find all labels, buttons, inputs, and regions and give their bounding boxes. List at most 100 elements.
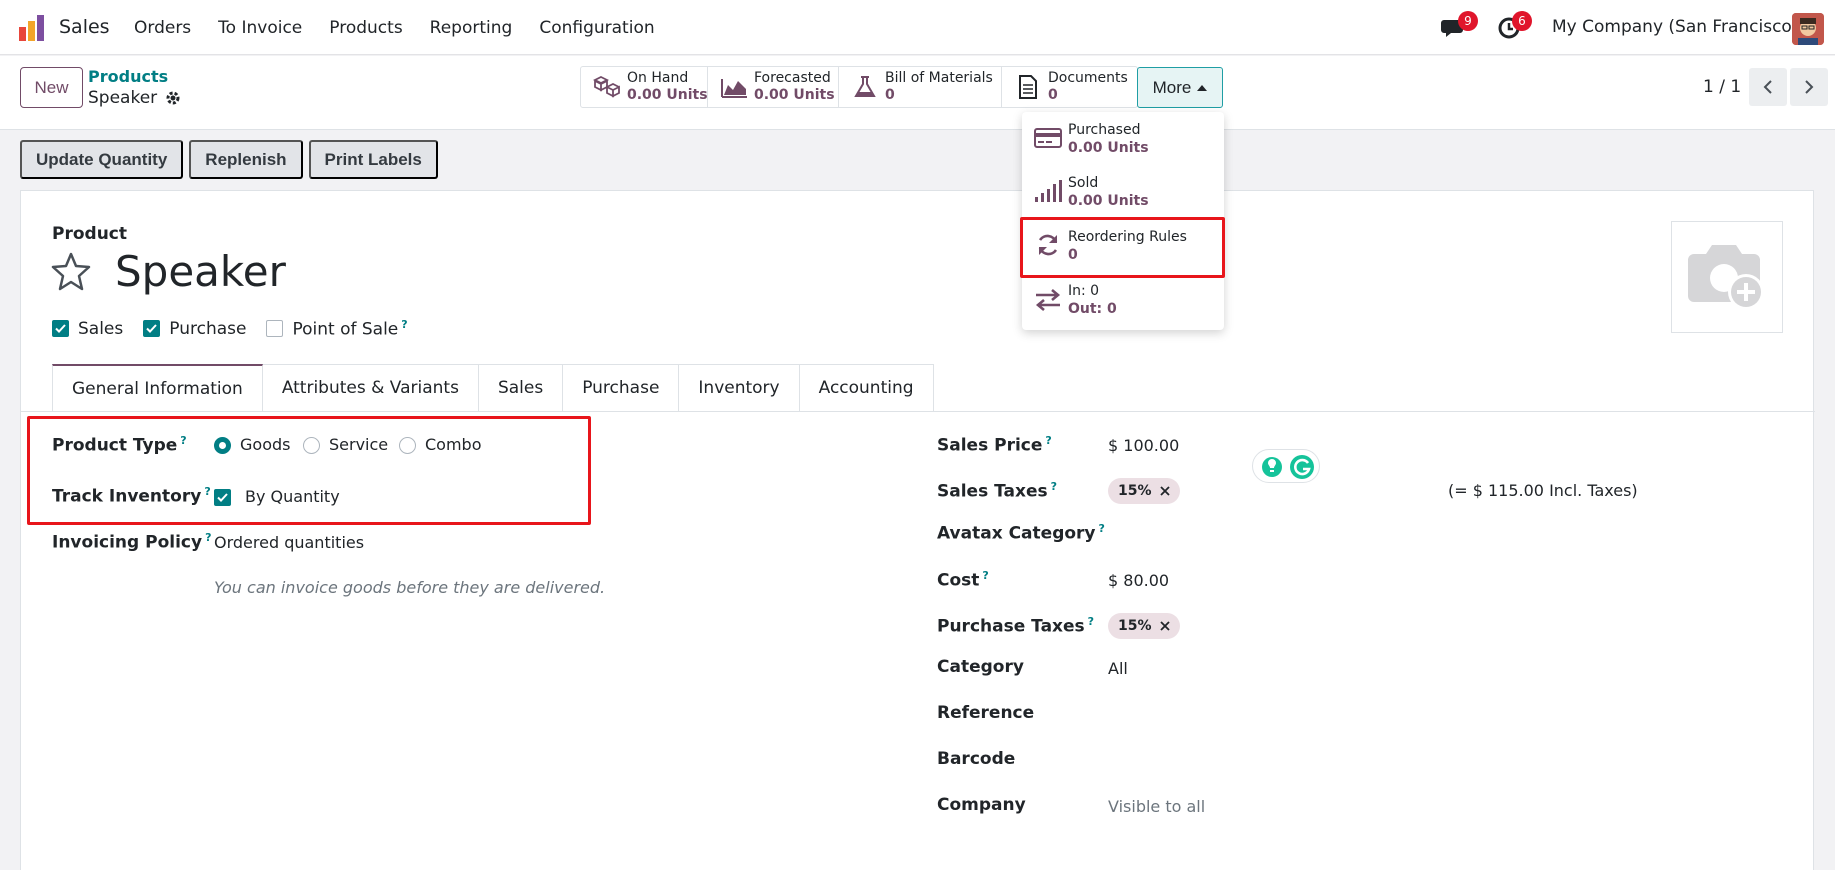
product-name-input[interactable]: Speaker bbox=[115, 247, 286, 296]
close-icon[interactable] bbox=[1159, 486, 1170, 496]
menu-orders[interactable]: Orders bbox=[134, 18, 191, 38]
invoicing-policy-label: Invoicing Policy? bbox=[52, 531, 211, 553]
cost-input[interactable]: $ 80.00 bbox=[1108, 571, 1169, 590]
credit-card-icon bbox=[1034, 128, 1062, 148]
sales-price-input[interactable]: $ 100.00 bbox=[1108, 436, 1179, 455]
chevron-left-icon bbox=[1763, 80, 1772, 94]
help-tooltip-icon[interactable]: ? bbox=[982, 569, 988, 582]
gear-icon[interactable] bbox=[165, 90, 181, 106]
tab-inventory[interactable]: Inventory bbox=[679, 364, 800, 412]
help-tooltip-icon[interactable]: ? bbox=[1051, 480, 1057, 493]
product-image-upload[interactable] bbox=[1671, 221, 1783, 333]
new-button[interactable]: New bbox=[20, 67, 83, 108]
smart-forecasted[interactable]: Forecasted 0.00 Units bbox=[708, 67, 839, 107]
tab-purchase[interactable]: Purchase bbox=[563, 364, 680, 412]
tab-attributes-variants[interactable]: Attributes & Variants bbox=[262, 364, 479, 412]
in-count: In: 0 bbox=[1068, 283, 1100, 299]
company-switcher[interactable]: My Company (San Francisco) bbox=[1552, 17, 1798, 37]
menu-to-invoice[interactable]: To Invoice bbox=[218, 18, 302, 38]
highlight-product-type-box bbox=[27, 416, 591, 525]
print-labels-button[interactable]: Print Labels bbox=[308, 140, 438, 179]
boxes-icon bbox=[593, 75, 620, 98]
user-avatar[interactable] bbox=[1792, 13, 1824, 45]
top-navbar: Sales Orders To Invoice Products Reporti… bbox=[0, 0, 1835, 55]
invoicing-policy-note: You can invoice goods before they are de… bbox=[214, 578, 606, 597]
area-chart-icon bbox=[721, 79, 747, 98]
category-label: Category bbox=[937, 657, 1024, 677]
product-caption: Product bbox=[52, 224, 127, 244]
menu-configuration[interactable]: Configuration bbox=[539, 18, 654, 38]
sales-checkbox-label: Sales bbox=[78, 318, 124, 339]
flask-icon bbox=[854, 76, 876, 97]
invoicing-policy-select[interactable]: Ordered quantities bbox=[214, 533, 364, 552]
help-tooltip-icon[interactable]: ? bbox=[205, 531, 211, 544]
pager-value[interactable]: 1 / 1 bbox=[1703, 77, 1741, 97]
help-tooltip-icon[interactable]: ? bbox=[1045, 434, 1051, 447]
replenish-button[interactable]: Replenish bbox=[189, 140, 303, 179]
barcode-label: Barcode bbox=[937, 749, 1016, 769]
help-tooltip-icon[interactable]: ? bbox=[401, 318, 407, 331]
check-icon bbox=[146, 324, 157, 334]
point-of-sale-checkbox-label: Point of Sale? bbox=[292, 318, 407, 340]
sales-taxes-label-text: Sales Taxes bbox=[937, 481, 1048, 502]
tab-divider bbox=[21, 411, 1815, 412]
sales-checkbox[interactable] bbox=[52, 320, 69, 338]
avatax-category-label-text: Avatax Category bbox=[937, 523, 1096, 544]
menu-products[interactable]: Products bbox=[329, 18, 402, 38]
grammarly-widget[interactable] bbox=[1252, 449, 1320, 483]
purchase-taxes-label: Purchase Taxes? bbox=[937, 615, 1094, 637]
document-icon bbox=[1019, 75, 1037, 99]
on-hand-value: 0.00 Units bbox=[627, 87, 708, 103]
invoicing-policy-label-text: Invoicing Policy bbox=[52, 532, 203, 553]
update-quantity-button[interactable]: Update Quantity bbox=[20, 140, 184, 179]
chevron-right-icon bbox=[1805, 80, 1814, 94]
sold-label: Sold bbox=[1068, 175, 1099, 191]
purchase-checkbox[interactable] bbox=[143, 320, 161, 338]
cost-label: Cost? bbox=[937, 569, 989, 591]
sales-tax-tag[interactable]: 15% bbox=[1108, 478, 1180, 504]
company-label: Company bbox=[937, 795, 1026, 815]
tab-general-information[interactable]: General Information bbox=[52, 364, 263, 412]
activities-badge: 6 bbox=[1512, 11, 1532, 31]
documents-label: Documents bbox=[1048, 70, 1128, 86]
more-label: More bbox=[1152, 77, 1192, 97]
pager-previous-button[interactable] bbox=[1749, 68, 1787, 106]
more-button[interactable]: More bbox=[1137, 67, 1223, 108]
category-select[interactable]: All bbox=[1108, 659, 1128, 678]
breadcrumb-products[interactable]: Products bbox=[88, 67, 168, 86]
close-icon[interactable] bbox=[1159, 621, 1170, 631]
smart-bill-of-materials[interactable]: Bill of Materials 0 bbox=[839, 67, 1002, 107]
smart-on-hand[interactable]: On Hand 0.00 Units bbox=[581, 67, 708, 107]
purchase-tax-tag[interactable]: 15% bbox=[1108, 613, 1180, 639]
cost-label-text: Cost bbox=[937, 570, 980, 591]
point-of-sale-checkbox[interactable] bbox=[266, 320, 284, 338]
sales-price-label-text: Sales Price bbox=[937, 435, 1043, 456]
breadcrumb-current-label: Speaker bbox=[88, 88, 158, 108]
dropdown-purchased[interactable]: Purchased 0.00 Units bbox=[1022, 112, 1224, 164]
check-icon bbox=[55, 324, 66, 334]
help-tooltip-icon[interactable]: ? bbox=[1088, 615, 1094, 628]
sales-app-icon[interactable] bbox=[18, 14, 46, 42]
company-select[interactable]: Visible to all bbox=[1108, 797, 1205, 816]
avatax-category-label: Avatax Category? bbox=[937, 522, 1105, 544]
dropdown-in-out[interactable]: In: 0 Out: 0 bbox=[1022, 273, 1224, 325]
tab-sales[interactable]: Sales bbox=[478, 364, 564, 412]
pager-next-button[interactable] bbox=[1790, 68, 1828, 106]
tab-accounting[interactable]: Accounting bbox=[799, 364, 934, 412]
smart-documents[interactable]: Documents 0 bbox=[1002, 67, 1137, 107]
reference-label: Reference bbox=[937, 703, 1035, 723]
dropdown-sold[interactable]: Sold 0.00 Units bbox=[1022, 165, 1224, 217]
product-form-sheet: Product Speaker Sales Purchase Point of … bbox=[20, 190, 1815, 870]
app-name[interactable]: Sales bbox=[59, 16, 110, 38]
bom-label: Bill of Materials bbox=[885, 70, 993, 86]
help-tooltip-icon[interactable]: ? bbox=[1099, 522, 1105, 535]
purchased-label: Purchased bbox=[1068, 122, 1141, 138]
incl-taxes-note: (= $ 115.00 Incl. Taxes) bbox=[1448, 481, 1638, 500]
on-hand-label: On Hand bbox=[627, 70, 689, 86]
purchased-value: 0.00 Units bbox=[1068, 140, 1149, 156]
sales-price-label: Sales Price? bbox=[937, 434, 1052, 456]
messages-badge: 9 bbox=[1458, 11, 1478, 31]
sold-value: 0.00 Units bbox=[1068, 193, 1149, 209]
star-icon[interactable] bbox=[51, 251, 91, 291]
menu-reporting[interactable]: Reporting bbox=[430, 18, 513, 38]
